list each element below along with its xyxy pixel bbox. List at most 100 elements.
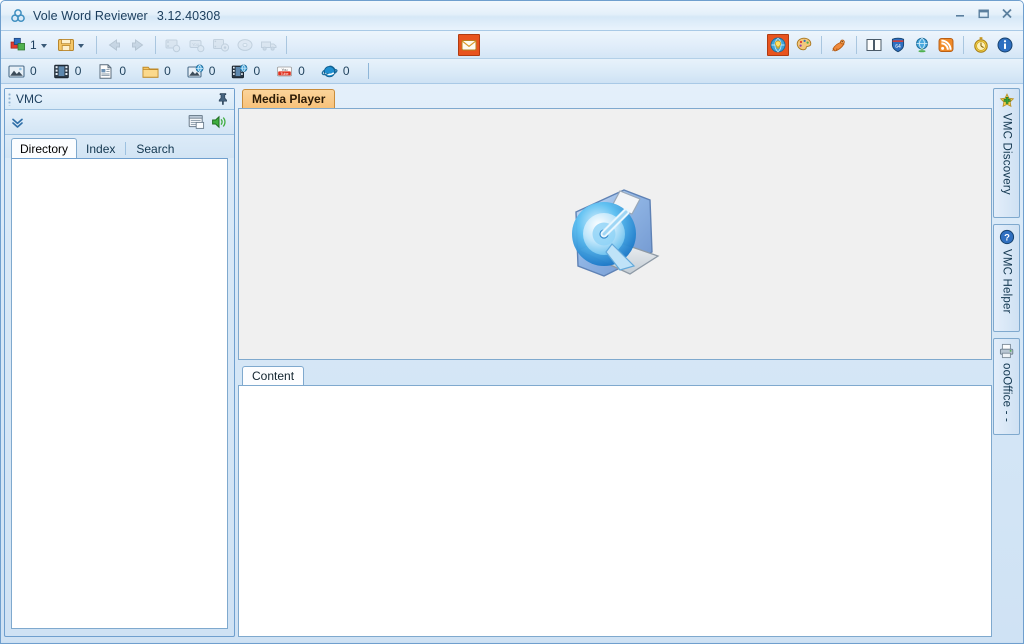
add-media-button[interactable]: 1 xyxy=(7,34,54,56)
counter-divider xyxy=(367,63,369,79)
envelope-icon xyxy=(461,37,477,53)
vtab-ooffice-label: ooOffice - - xyxy=(1000,363,1013,423)
close-button[interactable] xyxy=(996,5,1017,22)
dock-title-text: VMC xyxy=(16,92,43,106)
content-tabstrip: Content xyxy=(238,365,992,385)
counter-web-images[interactable]: 0 xyxy=(187,64,215,79)
highway-shield-icon: 64 xyxy=(889,36,907,54)
rss-feed-icon xyxy=(937,36,955,54)
stopwatch-icon xyxy=(972,36,990,54)
save-folder-button[interactable] xyxy=(54,34,91,56)
convert-disc-icon xyxy=(236,36,254,54)
content-body[interactable] xyxy=(238,385,992,637)
vtab-vmc-discovery[interactable]: VMC Discovery xyxy=(993,88,1020,218)
svg-text:Tube: Tube xyxy=(281,71,289,75)
toolbar-divider xyxy=(856,35,857,54)
window-controls xyxy=(950,5,1017,22)
arrow-right-icon xyxy=(129,36,147,54)
mail-button[interactable] xyxy=(458,33,481,56)
window-title-text: Vole Word Reviewer xyxy=(33,8,148,23)
tab-directory[interactable]: Directory xyxy=(11,138,78,158)
forward-button[interactable] xyxy=(126,34,150,56)
extract-video-button[interactable] xyxy=(161,34,185,56)
counter-browser[interactable]: 0 xyxy=(321,64,350,79)
speaker-icon[interactable] xyxy=(211,114,228,130)
vole-logo-icon xyxy=(10,8,26,24)
toolbar-divider xyxy=(821,35,822,54)
tab-index-label: Index xyxy=(86,141,116,156)
vtab-vmc-helper-label: VMC Helper xyxy=(1000,249,1013,314)
filmstrip-globe-icon xyxy=(231,63,248,79)
main-toolbar: 1 You 64 xyxy=(1,31,1023,59)
tab-search-label: Search xyxy=(136,141,175,156)
vtab-vmc-discovery-label: VMC Discovery xyxy=(1000,113,1013,195)
chevron-down-icon[interactable] xyxy=(40,43,47,48)
batch-button[interactable] xyxy=(257,34,281,56)
toolbar-divider xyxy=(963,35,964,54)
vtab-vmc-helper[interactable]: ? VMC Helper xyxy=(993,224,1020,332)
tab-content[interactable]: Content xyxy=(242,366,305,385)
quicktime-folder-icon xyxy=(554,178,676,290)
counter-images[interactable]: 0 xyxy=(8,64,37,79)
tab-directory-label: Directory xyxy=(20,141,69,156)
tab-search[interactable]: Search xyxy=(127,138,183,158)
counter-videos[interactable]: 0 xyxy=(53,64,81,79)
counter-folders[interactable]: 0 xyxy=(142,64,171,79)
folder-save-icon xyxy=(57,36,75,54)
dock-title-bar: VMC xyxy=(5,89,234,110)
pushpin-icon[interactable] xyxy=(216,92,230,106)
youtube-download-icon: You xyxy=(188,36,206,54)
dock-toolbar xyxy=(5,110,234,135)
drag-grip-icon[interactable] xyxy=(8,92,11,106)
counter-youtube[interactable]: You Tube 0 xyxy=(276,64,305,79)
dock-tabstrip: Directory Index Search xyxy=(5,135,234,158)
toolbar-divider xyxy=(154,35,156,54)
picture-icon xyxy=(8,64,25,79)
content-pane: Content xyxy=(238,365,992,637)
film-settings-button[interactable] xyxy=(209,34,233,56)
minimize-button[interactable] xyxy=(950,5,971,22)
youtube-download-button[interactable]: You xyxy=(185,34,209,56)
timer-button[interactable] xyxy=(969,34,993,56)
counter-folders-value: 0 xyxy=(164,64,171,78)
note-window-icon[interactable] xyxy=(188,114,205,130)
counter-youtube-value: 0 xyxy=(298,64,305,78)
media-player-body[interactable] xyxy=(238,108,992,360)
blue-globe-icon xyxy=(913,36,931,54)
discovery-button[interactable] xyxy=(767,33,789,56)
body-area: VMC Directory Index Search Media Player … xyxy=(1,84,1023,641)
globe-button[interactable] xyxy=(910,34,934,56)
tab-media-player[interactable]: Media Player xyxy=(242,89,336,108)
counter-documents[interactable]: 0 xyxy=(97,63,126,79)
svg-text:?: ? xyxy=(1004,233,1010,244)
globe-bulb-icon xyxy=(770,37,786,53)
media-player-tabstrip: Media Player xyxy=(238,88,992,108)
rss-button[interactable] xyxy=(934,34,958,56)
book-button[interactable] xyxy=(862,34,886,56)
palette-button[interactable] xyxy=(792,34,816,56)
convert-button[interactable] xyxy=(233,34,257,56)
back-button[interactable] xyxy=(102,34,126,56)
blue-question-icon: ? xyxy=(999,229,1015,245)
batch-truck-icon xyxy=(260,36,278,54)
vtab-ooffice[interactable]: ooOffice - - xyxy=(993,338,1020,435)
application-window: Vole Word Reviewer 3.12.40308 1 You 64 0… xyxy=(0,0,1024,644)
counter-web-videos[interactable]: 0 xyxy=(231,63,261,79)
center-area: Media Player Content xyxy=(238,88,992,637)
directory-listbox[interactable] xyxy=(11,158,228,629)
double-chevron-down-icon[interactable] xyxy=(10,115,25,130)
mascot-button[interactable] xyxy=(827,34,851,56)
maximize-button[interactable] xyxy=(973,5,994,22)
info-button[interactable] xyxy=(993,34,1017,56)
tab-content-label: Content xyxy=(252,369,295,383)
counter-web-videos-value: 0 xyxy=(253,64,261,78)
info-icon xyxy=(996,36,1014,54)
counter-images-value: 0 xyxy=(30,64,37,78)
colored-blocks-icon xyxy=(10,36,28,54)
chevron-down-icon[interactable] xyxy=(77,43,84,48)
tab-index[interactable]: Index xyxy=(77,138,124,158)
left-dock-panel: VMC Directory Index Search xyxy=(4,88,235,637)
highway-button[interactable]: 64 xyxy=(886,34,910,56)
palette-icon xyxy=(795,36,813,54)
window-title: Vole Word Reviewer 3.12.40308 xyxy=(33,9,220,23)
